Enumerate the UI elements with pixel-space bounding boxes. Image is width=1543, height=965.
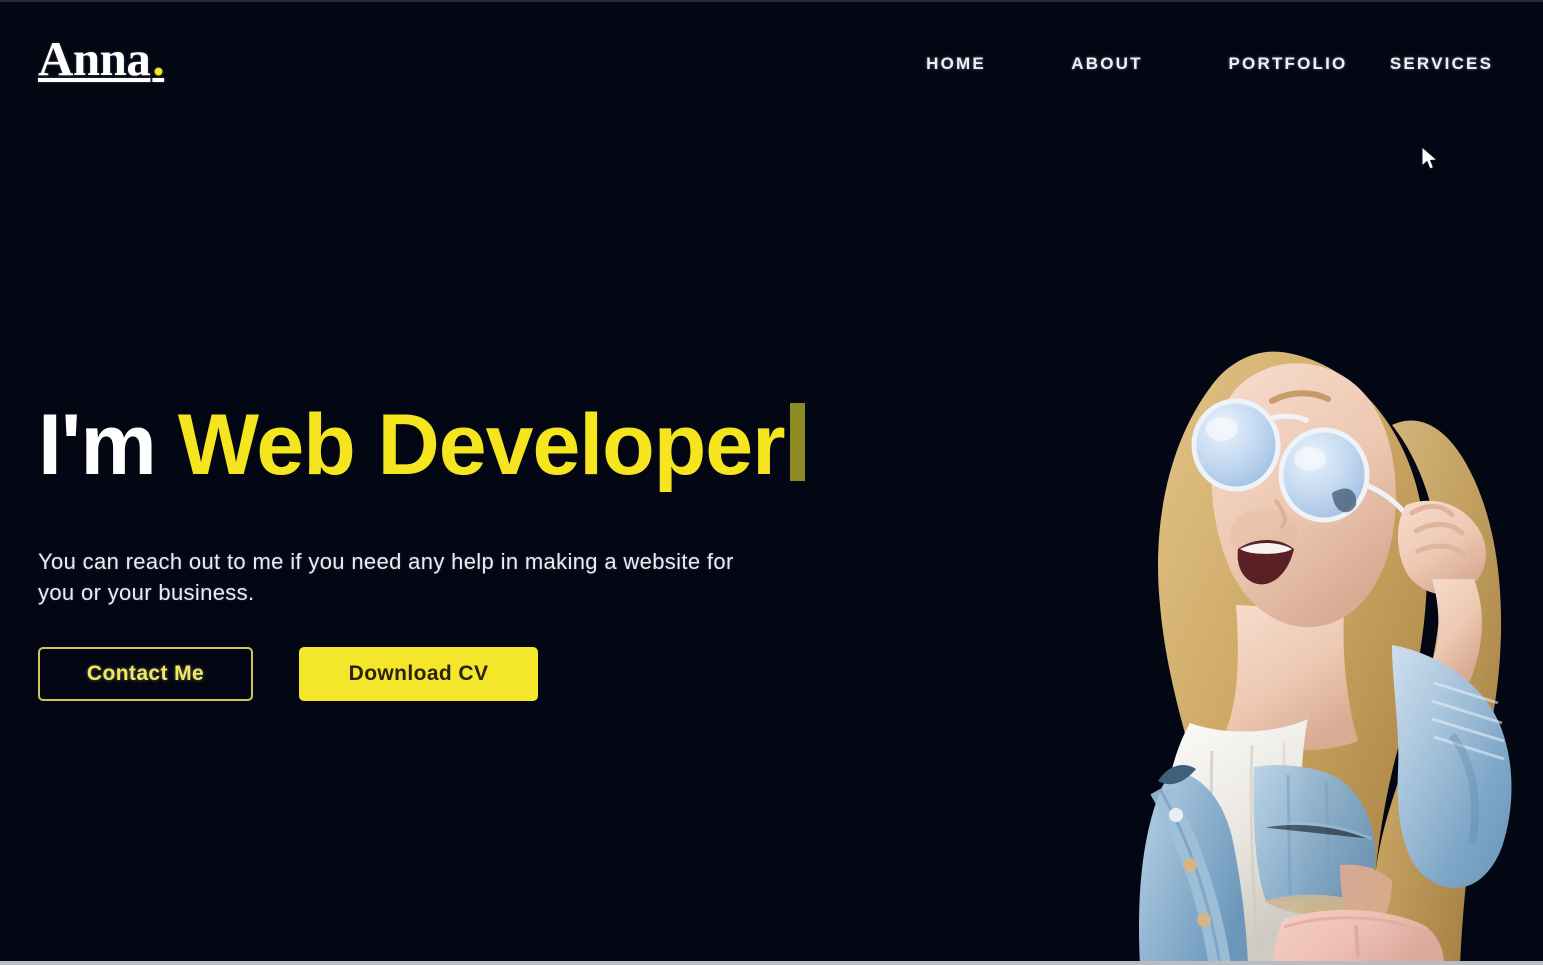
hero-headline: I'm Web Developer (38, 396, 1018, 490)
brand-name: Anna (38, 31, 151, 86)
headline-typed-text: Web Developer (177, 397, 786, 493)
nav-item-about[interactable]: ABOUT (1071, 54, 1142, 74)
hero-portrait-image (1040, 175, 1543, 965)
window-top-edge (0, 0, 1543, 2)
hero-button-group: Contact Me Download CV (38, 647, 1018, 702)
browser-viewport: Anna. HOME ABOUT PORTFOLIO SERVICES I'm W… (0, 0, 1543, 965)
nav-slot-about: ABOUT (1027, 54, 1187, 74)
main-navigation: HOME ABOUT PORTFOLIO SERVICES (881, 54, 1494, 74)
window-bottom-edge (0, 961, 1543, 965)
brand-dot-icon: . (152, 31, 165, 86)
nav-item-portfolio[interactable]: PORTFOLIO (1229, 54, 1348, 74)
nav-slot-services: SERVICES (1389, 54, 1494, 74)
nav-slot-home: HOME (881, 54, 1031, 74)
contact-me-button[interactable]: Contact Me (38, 647, 253, 702)
hero-section: I'm Web Developer You can reach out to me… (38, 396, 1018, 702)
headline-static-text: I'm (38, 397, 157, 493)
nav-item-home[interactable]: HOME (926, 54, 986, 74)
download-cv-button[interactable]: Download CV (299, 647, 538, 702)
nav-slot-portfolio: PORTFOLIO (1187, 54, 1389, 74)
brand-logo[interactable]: Anna. (38, 31, 165, 86)
site-header: Anna. HOME ABOUT PORTFOLIO SERVICES (0, 0, 1543, 132)
hero-subtitle: You can reach out to me if you need any … (38, 548, 734, 606)
mouse-cursor-icon (1421, 145, 1439, 172)
typing-caret-icon (789, 403, 805, 481)
nav-item-services[interactable]: SERVICES (1390, 54, 1493, 74)
